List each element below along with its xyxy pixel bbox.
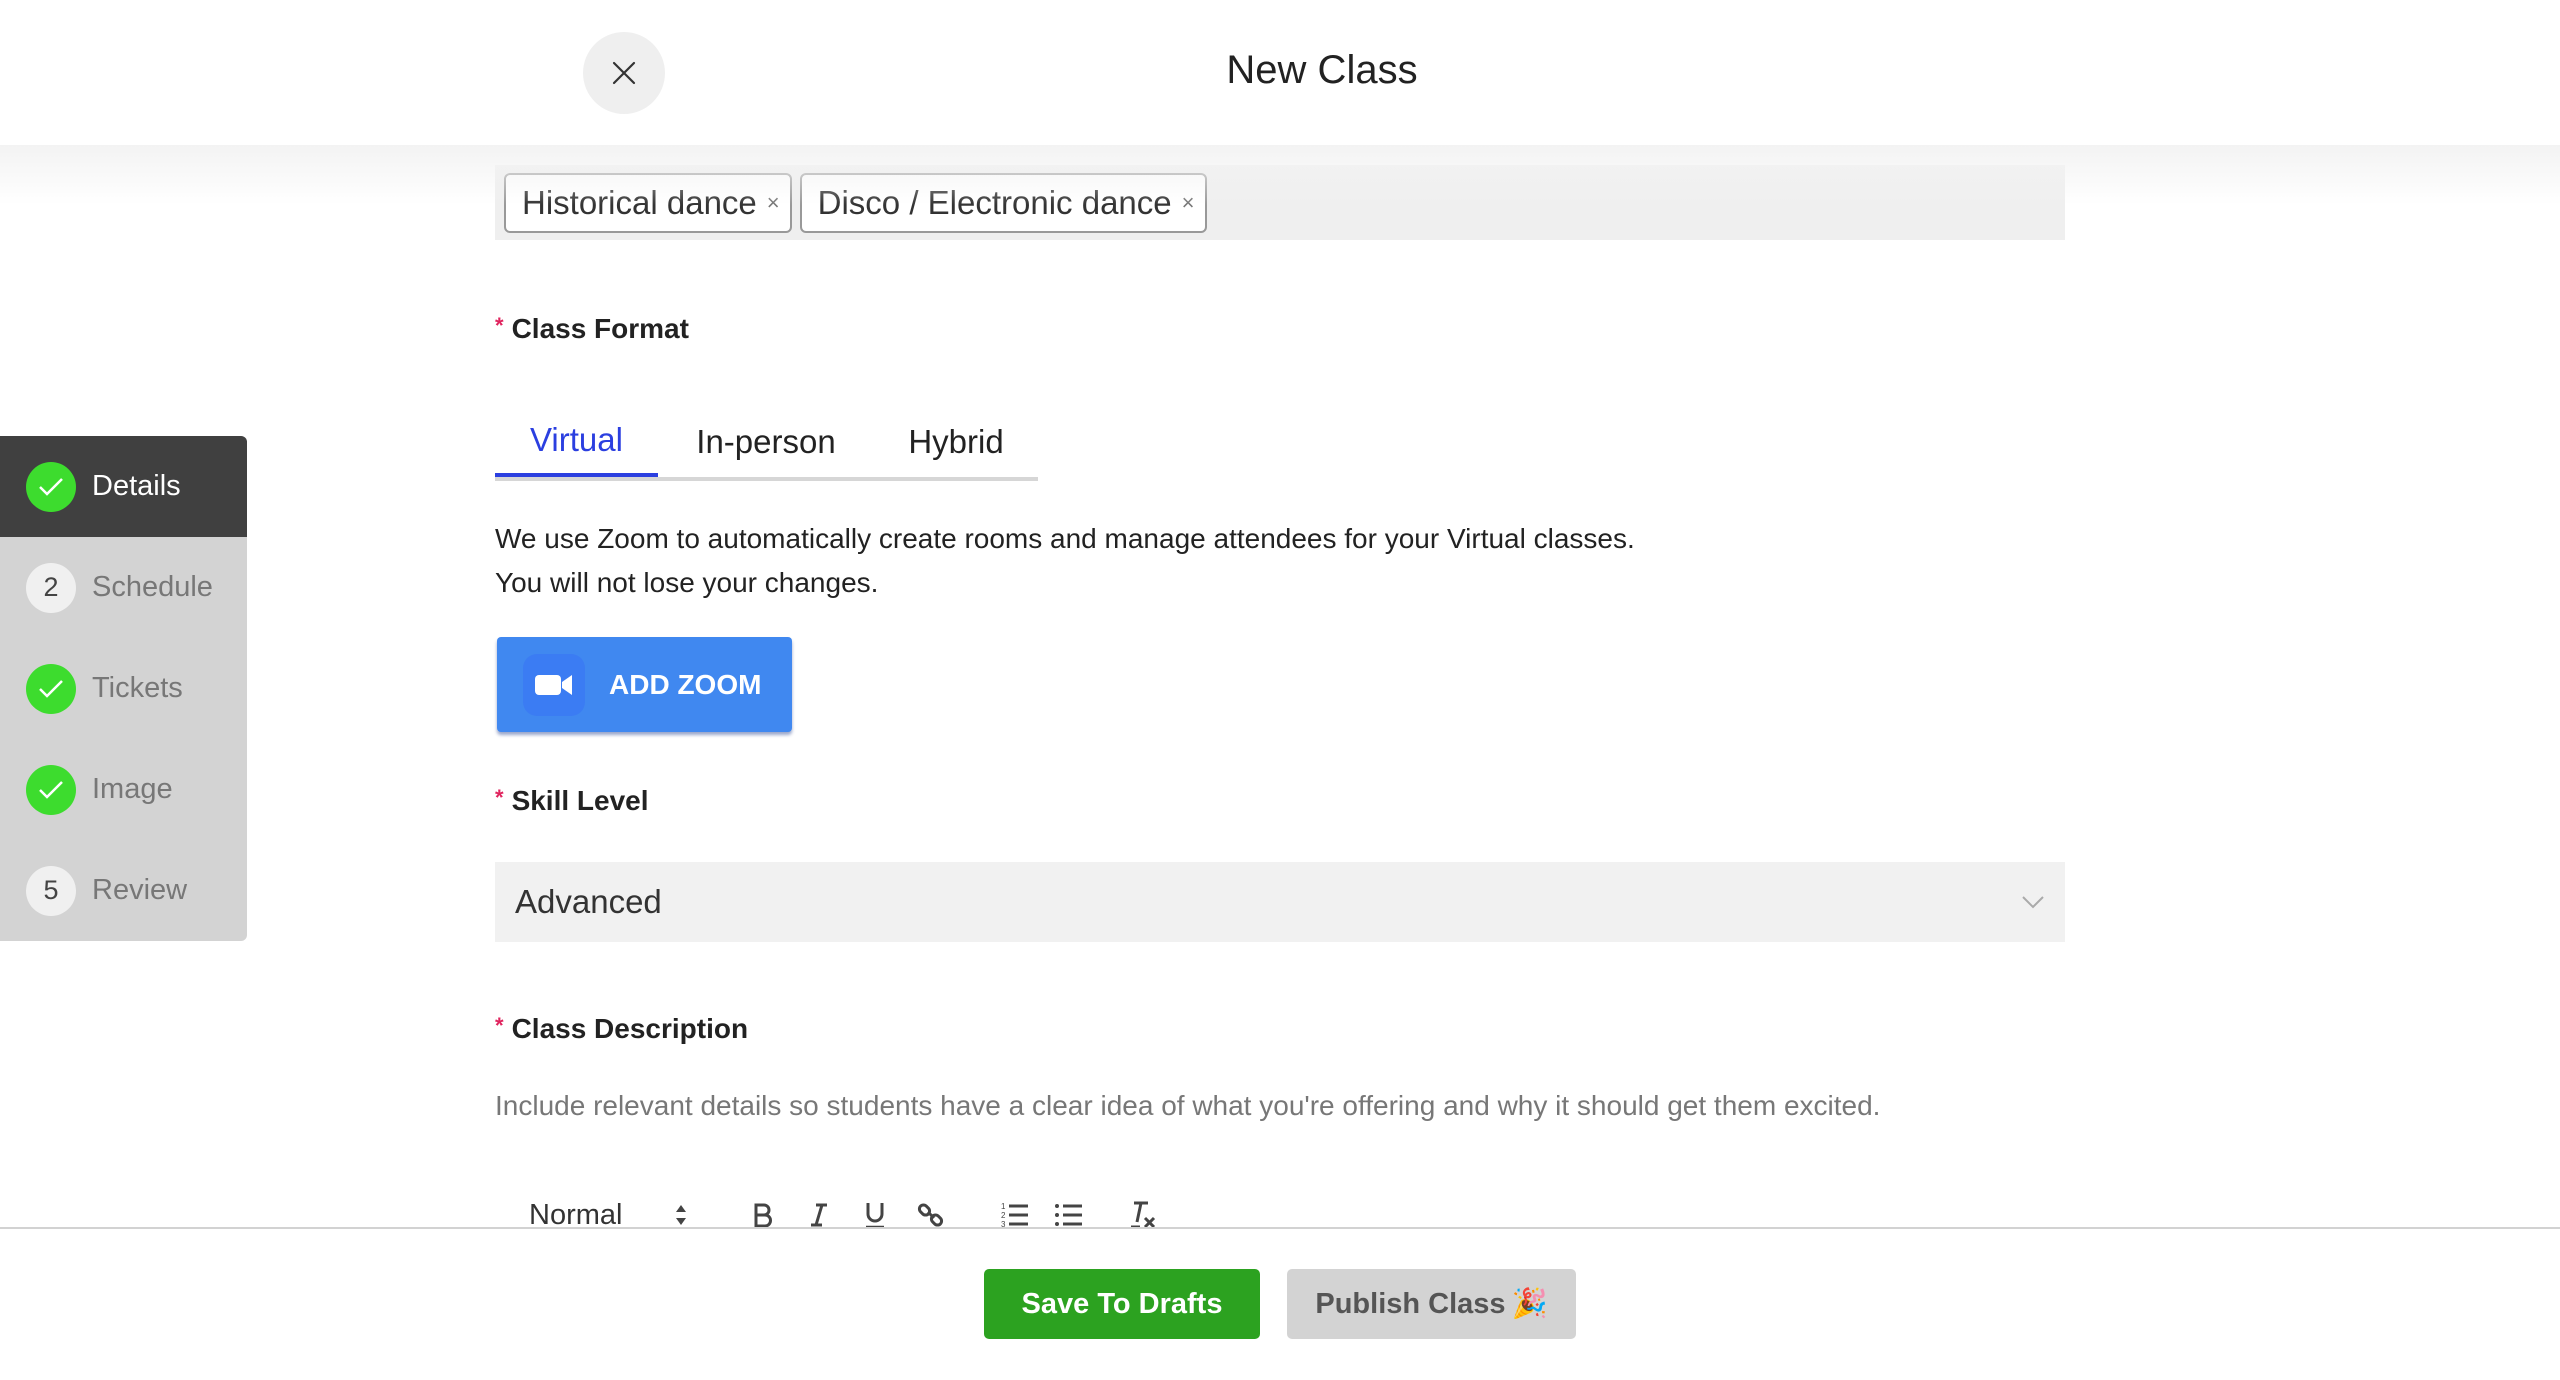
step-label: Review — [92, 874, 188, 906]
sidebar-item-tickets[interactable]: Tickets — [0, 638, 247, 739]
step-number-badge: 2 — [26, 562, 76, 613]
page-title: New Class — [1226, 48, 1418, 92]
step-label: Image — [92, 773, 173, 805]
sidebar-item-image[interactable]: Image — [0, 739, 247, 840]
save-to-drafts-button[interactable]: Save To Drafts — [984, 1269, 1260, 1339]
check-icon — [26, 764, 76, 815]
class-description-helper: Include relevant details so students hav… — [495, 1090, 1881, 1121]
link-icon[interactable] — [911, 1201, 951, 1228]
step-label: Tickets — [92, 672, 183, 704]
clear-format-icon[interactable] — [1123, 1200, 1163, 1228]
header: New Class — [0, 0, 2560, 145]
step-number-badge: 5 — [26, 865, 76, 916]
class-format-label: * Class Format — [495, 313, 689, 345]
bold-icon[interactable] — [743, 1202, 783, 1228]
class-description-label-text: Class Description — [511, 1013, 749, 1044]
svg-text:1: 1 — [1001, 1202, 1006, 1211]
skill-level-select[interactable]: Advanced — [495, 862, 2065, 942]
bullet-list-icon[interactable] — [1049, 1201, 1089, 1228]
tab-in-person[interactable]: In-person — [658, 407, 874, 477]
sidebar-item-schedule[interactable]: 2 Schedule — [0, 537, 247, 638]
svg-text:2: 2 — [1001, 1211, 1006, 1220]
check-icon — [26, 461, 76, 512]
format-select-arrows-icon[interactable] — [671, 1203, 691, 1227]
check-icon — [26, 663, 76, 714]
close-button[interactable] — [583, 32, 665, 114]
add-zoom-label: ADD ZOOM — [609, 668, 762, 700]
sidebar-item-review[interactable]: 5 Review — [0, 840, 247, 941]
class-format-label-text: Class Format — [511, 313, 689, 344]
virtual-description-line: You will not lose your changes. — [495, 567, 879, 598]
publish-class-button[interactable]: Publish Class 🎉 — [1287, 1269, 1576, 1339]
tab-hybrid[interactable]: Hybrid — [874, 407, 1038, 477]
virtual-description: We use Zoom to automatically create room… — [495, 517, 1635, 605]
steps-sidebar: Details 2 Schedule Tickets Image 5 Revie… — [0, 436, 247, 941]
virtual-description-line: We use Zoom to automatically create room… — [495, 523, 1635, 554]
chevron-down-icon — [2022, 896, 2044, 909]
publish-class-label: Publish Class — [1315, 1287, 1506, 1320]
required-mark: * — [495, 785, 504, 810]
required-mark: * — [495, 313, 504, 338]
skill-level-value: Advanced — [515, 883, 662, 920]
underline-icon[interactable] — [855, 1201, 895, 1228]
footer-bar: Save To Drafts Publish Class 🎉 — [0, 1227, 2560, 1380]
form-content[interactable]: Historical dance × Disco / Electronic da… — [0, 145, 2560, 1228]
skill-level-label: * Skill Level — [495, 785, 649, 817]
required-mark: * — [495, 1013, 504, 1038]
format-select[interactable]: Normal — [495, 1199, 679, 1229]
format-select-value: Normal — [529, 1198, 623, 1229]
step-label: Schedule — [92, 571, 213, 603]
zoom-video-icon — [523, 653, 585, 716]
class-format-tabs: Virtual In-person Hybrid — [495, 407, 1038, 481]
class-description-label: * Class Description — [495, 1013, 748, 1045]
skill-level-label-text: Skill Level — [511, 785, 649, 816]
ordered-list-icon[interactable]: 123 — [995, 1201, 1035, 1228]
step-label: Details — [92, 470, 181, 502]
party-popper-icon: 🎉 — [1511, 1288, 1548, 1320]
header-shadow — [0, 145, 2560, 205]
close-icon — [612, 61, 636, 85]
add-zoom-button[interactable]: ADD ZOOM — [497, 637, 792, 732]
sidebar-item-details[interactable]: Details — [0, 436, 247, 537]
editor-toolbar: Normal 123 — [495, 1185, 1163, 1228]
tab-virtual[interactable]: Virtual — [495, 407, 658, 477]
italic-icon[interactable] — [799, 1202, 839, 1228]
